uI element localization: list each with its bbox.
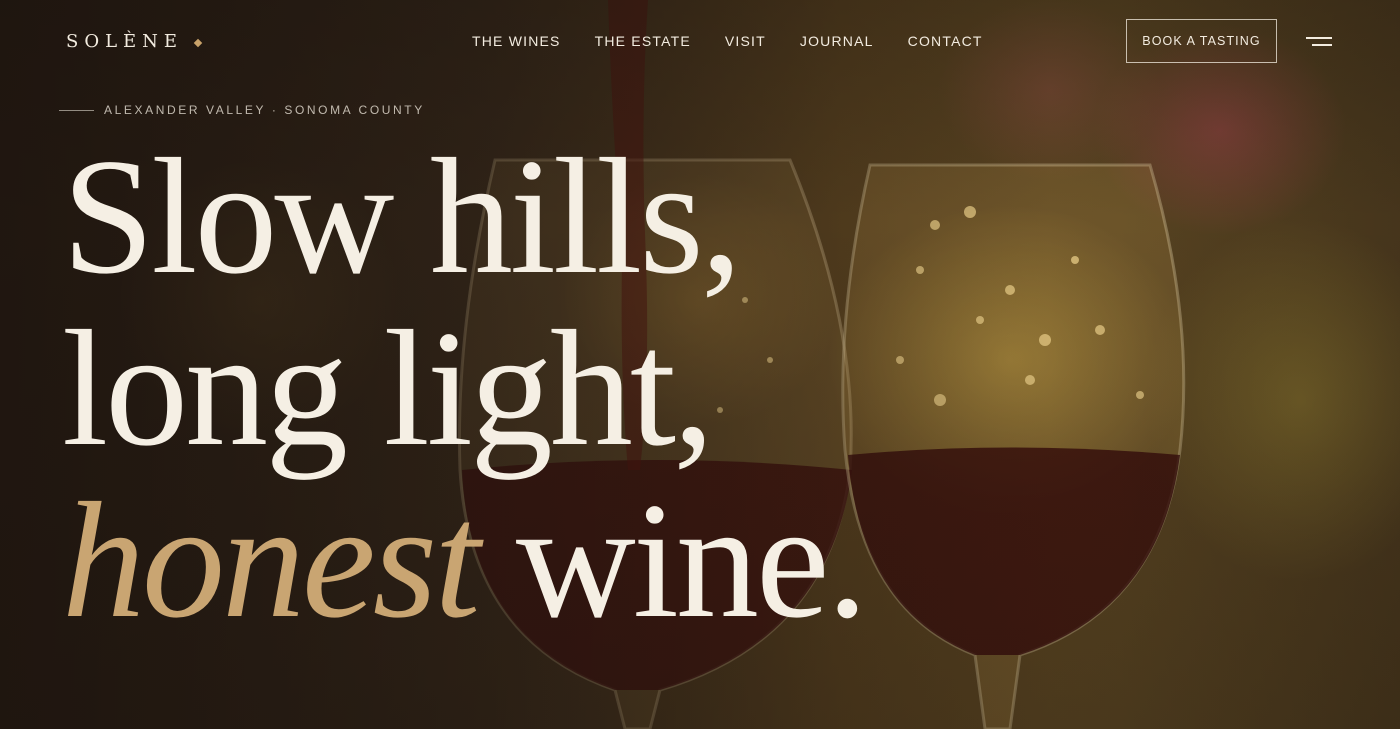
nav-item-the-wines[interactable]: THE WINES [472,33,561,49]
headline-line-3-rest: wine. [515,468,868,652]
menu-bar-top [1306,37,1332,39]
headline-accent-word: honest [62,468,480,652]
headline-line-3: honest wine. [62,474,868,646]
page: SOLÈNE THE WINES THE ESTATE VISIT JOURNA… [0,0,1400,729]
eyebrow-divider [59,109,94,111]
brand-name: SOLÈNE [66,31,184,52]
site-header: SOLÈNE THE WINES THE ESTATE VISIT JOURNA… [0,0,1400,84]
main-nav: THE WINES THE ESTATE VISIT JOURNAL CONTA… [472,33,1017,49]
menu-bar-bottom [1312,44,1332,46]
brand-logo[interactable]: SOLÈNE [66,31,203,52]
headline-line-1: Slow hills, [62,124,742,308]
book-a-tasting-button[interactable]: BOOK A TASTING [1126,19,1277,63]
nav-item-the-estate[interactable]: THE ESTATE [595,33,691,49]
hero-headline: Slow hills, long light, honest wine. [62,124,868,646]
diamond-icon [193,38,203,48]
nav-item-journal[interactable]: JOURNAL [800,33,874,49]
nav-item-contact[interactable]: CONTACT [908,33,983,49]
eyebrow-location: ALEXANDER VALLEY · SONOMA COUNTY [104,103,425,117]
nav-item-visit[interactable]: VISIT [725,33,766,49]
hero-eyebrow: ALEXANDER VALLEY · SONOMA COUNTY [59,103,425,117]
headline-line-2: long light, [62,296,714,480]
hamburger-menu-icon[interactable] [1304,33,1332,49]
